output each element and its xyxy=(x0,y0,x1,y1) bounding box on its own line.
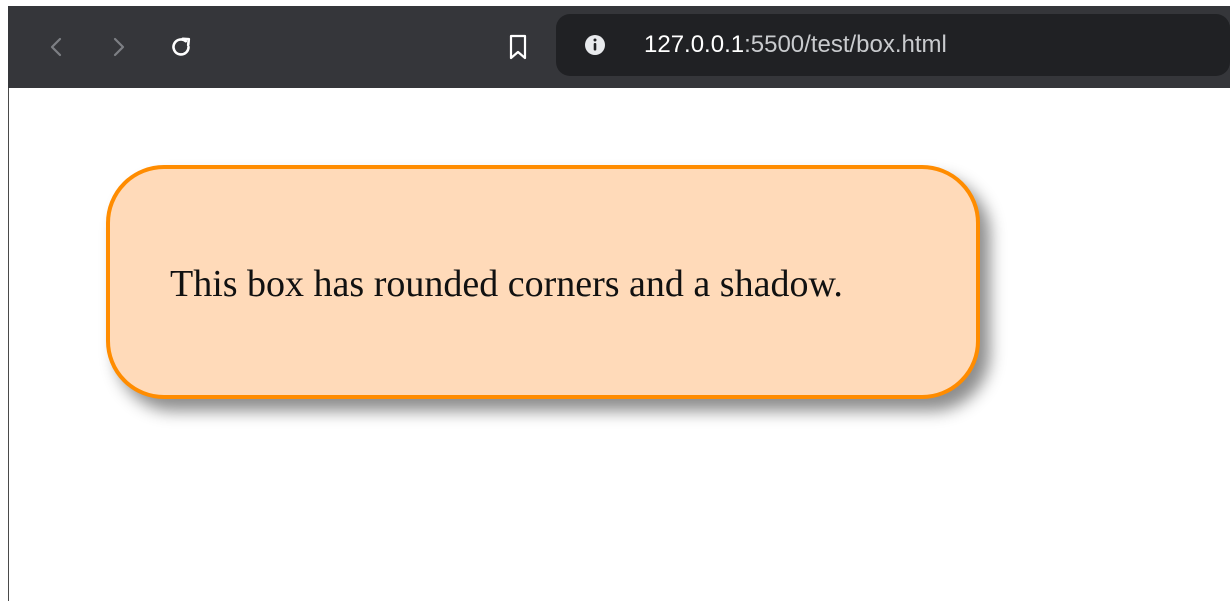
page-left-border xyxy=(8,88,9,601)
forward-button[interactable] xyxy=(101,30,135,64)
bookmark-icon xyxy=(509,34,527,60)
chevron-left-icon xyxy=(50,37,62,57)
url-path: :5500/test/box.html xyxy=(744,31,947,58)
back-button[interactable] xyxy=(40,30,74,64)
info-icon[interactable] xyxy=(584,34,606,56)
rounded-shadow-box: This box has rounded corners and a shado… xyxy=(106,165,980,399)
box-text: This box has rounded corners and a shado… xyxy=(170,263,843,305)
reload-button[interactable] xyxy=(164,30,198,64)
chevron-right-icon xyxy=(113,37,125,57)
browser-window: 127.0.0.1:5500/test/box.html This box ha… xyxy=(0,0,1230,601)
bookmark-button[interactable] xyxy=(501,30,535,64)
url-text[interactable]: 127.0.0.1:5500/test/box.html xyxy=(644,29,947,61)
reload-icon xyxy=(172,37,191,56)
address-bar[interactable]: 127.0.0.1:5500/test/box.html xyxy=(556,14,1230,76)
browser-toolbar: 127.0.0.1:5500/test/box.html xyxy=(8,6,1230,88)
url-host: 127.0.0.1 xyxy=(644,31,745,58)
